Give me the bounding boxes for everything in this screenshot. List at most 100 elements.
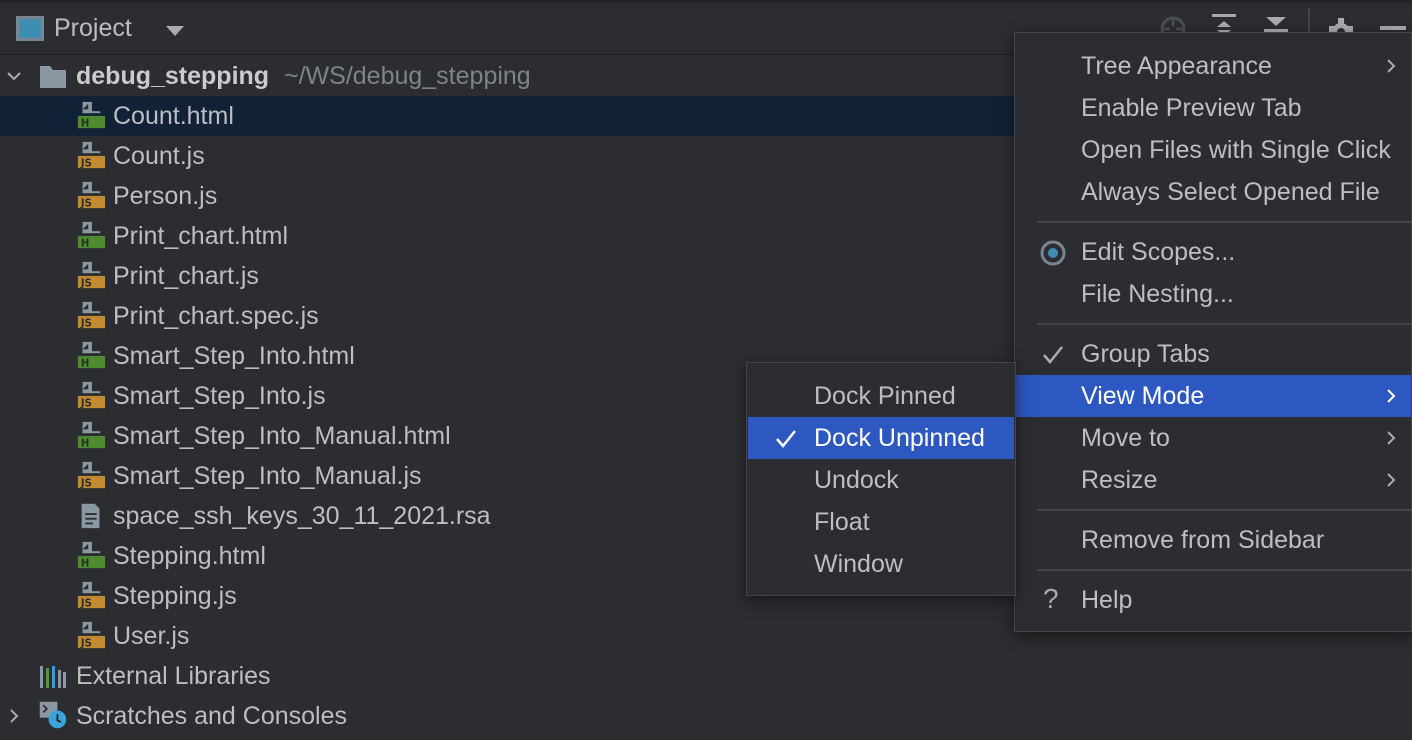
file-type-badge: JS [80,637,92,649]
checkmark-icon [776,430,796,448]
tree-item-external-libraries[interactable]: External Libraries [0,656,1412,696]
view-mode-submenu: Dock Pinned Dock Unpinned Undock Float Windo… [746,362,1016,596]
menu-item-label: File Nesting... [1081,279,1234,308]
project-view-title[interactable]: Project [54,14,132,43]
menu-item-label: Enable Preview Tab [1081,93,1302,122]
menu-separator [1037,569,1411,571]
menu-item-open-files-with-single-click[interactable]: Open Files with Single Click [1015,129,1411,171]
chevron-right-icon[interactable] [6,708,22,724]
menu-item-resize[interactable]: Resize [1015,459,1411,501]
menu-item-tree-appearance[interactable]: Tree Appearance [1015,45,1411,87]
file-name: User.js [113,621,190,650]
view-mode-item-undock[interactable]: Undock [748,459,1014,501]
html-file-icon: H [77,101,106,129]
file-type-badge: H [81,437,90,449]
menu-item-label: Dock Unpinned [814,423,985,452]
scratches-label: Scratches and Consoles [76,701,347,730]
chevron-down-icon[interactable] [6,68,22,84]
project-window-icon [16,16,44,41]
header-top-border [0,0,1412,3]
file-type-badge: JS [80,397,92,409]
radio-scope-icon [1040,240,1066,266]
menu-item-view-mode[interactable]: View Mode [1015,375,1411,417]
file-name: Smart_Step_Into.js [113,381,326,410]
js-file-icon: JS [77,621,106,649]
menu-item-help[interactable]: ? Help [1015,579,1411,621]
html-file-icon: H [77,221,106,249]
menu-item-remove-from-sidebar[interactable]: Remove from Sidebar [1015,519,1411,561]
menu-item-label: Help [1081,585,1133,614]
menu-item-label: Move to [1081,423,1170,452]
folder-icon [40,66,66,88]
menu-item-label: Float [814,507,870,536]
file-type-badge: JS [80,597,92,609]
menu-separator [1037,221,1411,223]
submenu-arrow-icon [1387,389,1396,403]
view-mode-item-window[interactable]: Window [748,543,1014,585]
file-type-badge: H [81,557,90,569]
root-folder-path: ~/WS/debug_stepping [284,61,531,90]
file-name: Stepping.html [113,541,266,570]
menu-item-label: Tree Appearance [1081,51,1272,80]
js-file-icon: JS [77,181,106,209]
menu-separator [1037,509,1411,511]
menu-item-label: Edit Scopes... [1081,237,1236,266]
submenu-arrow-icon [1387,59,1396,73]
js-file-icon: JS [77,141,106,169]
menu-item-edit-scopes[interactable]: Edit Scopes... [1015,231,1411,273]
html-file-icon: H [77,541,106,569]
menu-item-label: Remove from Sidebar [1081,525,1325,554]
file-name: Print_chart.js [113,261,259,290]
external-libraries-label: External Libraries [76,661,271,690]
js-file-icon: JS [77,261,106,289]
file-type-badge: JS [80,477,92,489]
text-file-icon [81,503,100,529]
libraries-icon [40,666,66,688]
view-mode-item-float[interactable]: Float [748,501,1014,543]
view-selector-dropdown-icon[interactable] [166,26,184,36]
file-type-badge: H [81,237,90,249]
view-mode-item-dock-pinned[interactable]: Dock Pinned [748,375,1014,417]
file-name: Stepping.js [113,581,237,610]
menu-item-enable-preview-tab[interactable]: Enable Preview Tab [1015,87,1411,129]
menu-item-label: View Mode [1081,381,1205,410]
file-type-badge: H [81,117,90,129]
file-name: Person.js [113,181,218,210]
submenu-arrow-icon [1387,473,1396,487]
menu-item-file-nesting[interactable]: File Nesting... [1015,273,1411,315]
file-type-badge: JS [80,197,92,209]
menu-item-label: Open Files with Single Click [1081,135,1391,164]
html-file-icon: H [77,341,106,369]
js-file-icon: JS [77,381,106,409]
menu-item-label: Dock Pinned [814,381,956,410]
html-file-icon: H [77,421,106,449]
file-name: Count.js [113,141,205,170]
help-icon: ? [1043,583,1059,614]
js-file-icon: JS [77,581,106,609]
js-file-icon: JS [77,461,106,489]
file-name: Print_chart.html [113,221,289,250]
file-name: Smart_Step_Into_Manual.js [113,461,422,490]
submenu-arrow-icon [1387,431,1396,445]
menu-item-move-to[interactable]: Move to [1015,417,1411,459]
tree-item-scratches-and-consoles[interactable]: Scratches and Consoles [0,696,1412,736]
options-menu: Tree Appearance Enable Preview Tab Open Fi… [1014,32,1412,632]
file-name: space_ssh_keys_30_11_2021.rsa [113,501,491,530]
checkmark-icon [1043,346,1063,364]
file-type-badge: JS [80,157,92,169]
scratches-icon [39,701,67,729]
menu-item-group-tabs[interactable]: Group Tabs [1015,333,1411,375]
js-file-icon: JS [77,301,106,329]
file-name: Count.html [113,101,234,130]
menu-item-label: Undock [814,465,899,494]
menu-item-label: Window [814,549,903,578]
root-folder-name: debug_stepping [76,61,270,90]
menu-item-label: Always Select Opened File [1081,177,1380,206]
menu-item-label: Group Tabs [1081,339,1210,368]
view-mode-item-dock-unpinned[interactable]: Dock Unpinned [748,417,1014,459]
file-type-badge: JS [80,317,92,329]
file-name: Smart_Step_Into_Manual.html [113,421,451,450]
file-name: Smart_Step_Into.html [113,341,355,370]
menu-item-always-select-opened-file[interactable]: Always Select Opened File [1015,171,1411,213]
file-type-badge: H [81,357,90,369]
